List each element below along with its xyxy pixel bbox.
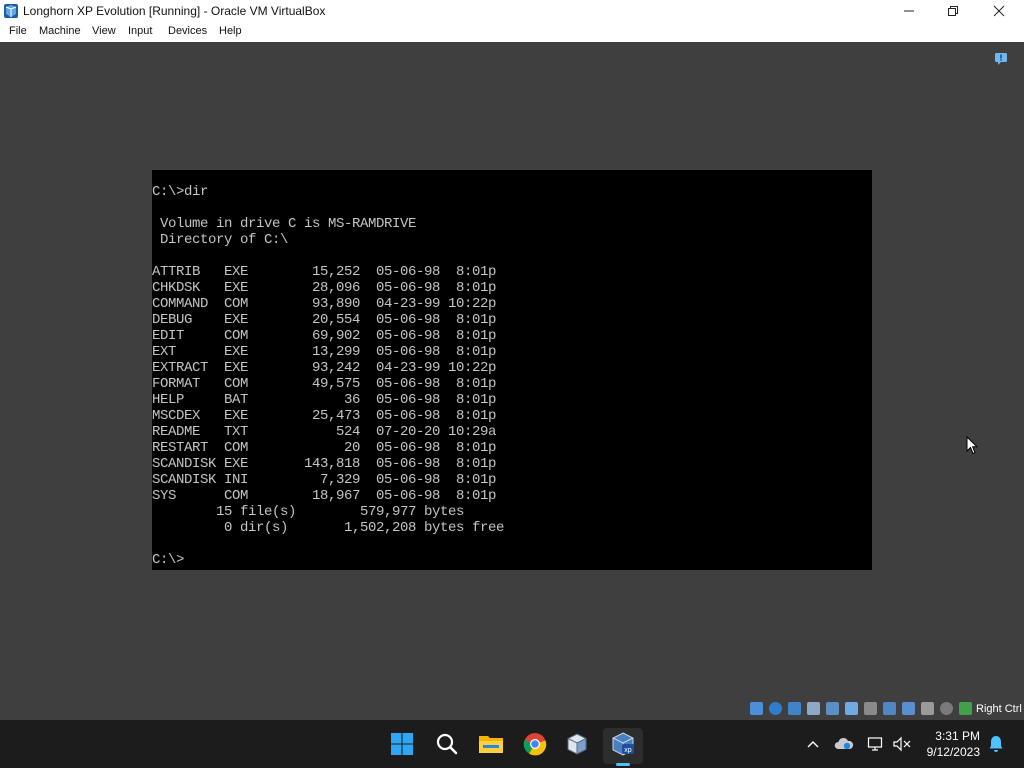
window-title: Longhorn XP Evolution [Running] - Oracle… [23, 4, 326, 18]
start-button[interactable] [386, 728, 418, 760]
minimize-button[interactable] [886, 0, 932, 22]
console-line: DEBUG EXE 20,554 05-06-98 8:01p [152, 312, 497, 328]
virtualbox-manager-icon [567, 733, 587, 755]
menu-help[interactable]: Help [219, 25, 242, 37]
mouse-cursor-icon [966, 436, 978, 455]
host-key-label[interactable]: Right Ctrl [976, 703, 1022, 715]
video-capture-icon[interactable] [902, 702, 915, 715]
notification-icon[interactable] [994, 52, 1008, 66]
console-line: 0 dir(s) 1,502,208 bytes free [152, 520, 505, 536]
console-line: ATTRIB EXE 15,252 05-06-98 8:01p [152, 264, 497, 280]
chevron-up-icon [807, 741, 819, 748]
console-line: HELP BAT 36 05-06-98 8:01p [152, 392, 497, 408]
menu-machine[interactable]: Machine [39, 25, 81, 37]
virtualbox-vm-button[interactable]: xp [607, 728, 639, 760]
console-line: FORMAT COM 49,575 05-06-98 8:01p [152, 376, 497, 392]
network-button[interactable] [866, 734, 886, 754]
network-icon[interactable] [826, 702, 839, 715]
folder-icon [479, 736, 503, 753]
virtualization-icon[interactable] [940, 702, 953, 715]
system-clock[interactable]: 3:31 PM 9/12/2023 [918, 728, 980, 760]
guest-screen[interactable]: C:\>dir Volume in drive C is MS-RAMDRIVE… [152, 170, 872, 570]
console-line: CHKDSK EXE 28,096 05-06-98 8:01p [152, 280, 497, 296]
console-line: 15 file(s) 579,977 bytes [152, 504, 465, 520]
vm-status-bar: Right Ctrl [0, 698, 1024, 720]
console-line: COMMAND COM 93,890 04-23-99 10:22p [152, 296, 497, 312]
search-icon [436, 733, 458, 755]
show-hidden-icons-button[interactable] [803, 734, 823, 754]
svg-text:xp: xp [624, 747, 632, 754]
windows-logo-icon [391, 733, 413, 755]
console-line: EXT EXE 13,299 05-06-98 8:01p [152, 344, 497, 360]
notifications-bell-icon [989, 736, 1003, 752]
search-button[interactable] [431, 728, 463, 760]
menu-file[interactable]: File [9, 25, 27, 37]
audio-icon[interactable] [807, 702, 820, 715]
virtualbox-manager-button[interactable] [561, 728, 593, 760]
display-icon[interactable] [883, 702, 896, 715]
console-line: SCANDISK EXE 143,818 05-06-98 8:01p [152, 456, 497, 472]
onedrive-button[interactable] [834, 734, 854, 754]
clock-time: 3:31 PM [935, 729, 980, 743]
console-line: SCANDISK INI 7,329 05-06-98 8:01p [152, 472, 497, 488]
console-line: C:\>dir [152, 184, 209, 200]
console-line: C:\> [152, 552, 185, 568]
menu-view[interactable]: View [92, 25, 116, 37]
menu-bar: File Machine View Input Devices Help [0, 22, 1024, 42]
active-app-indicator [616, 763, 630, 766]
hard-disk-icon[interactable] [750, 702, 763, 715]
virtualbox-icon [4, 4, 18, 18]
console-line: Volume in drive C is MS-RAMDRIVE [152, 216, 417, 232]
optical-drive-icon[interactable] [769, 702, 782, 715]
menu-input[interactable]: Input [128, 25, 152, 37]
usb-icon[interactable] [845, 702, 858, 715]
dos-console-output: C:\>dir Volume in drive C is MS-RAMDRIVE… [152, 184, 504, 568]
console-line: RESTART COM 20 05-06-98 8:01p [152, 440, 497, 456]
menu-devices[interactable]: Devices [168, 25, 207, 37]
onedrive-icon [834, 737, 854, 750]
minimize-icon [904, 10, 914, 12]
volume-button[interactable] [892, 734, 912, 754]
close-icon [993, 5, 1005, 17]
chrome-icon [523, 733, 547, 756]
network-icon [867, 737, 883, 751]
mouse-integration-icon[interactable] [959, 702, 972, 715]
file-explorer-button[interactable] [475, 728, 507, 760]
console-line: EDIT COM 69,902 05-06-98 8:01p [152, 328, 497, 344]
console-line: Directory of C:\ [152, 232, 289, 248]
console-line: EXTRACT EXE 93,242 04-23-99 10:22p [152, 360, 497, 376]
chrome-button[interactable] [519, 728, 551, 760]
taskbar: xp 3:31 PM 9/12/2023 [0, 720, 1024, 768]
recording-icon[interactable] [921, 702, 934, 715]
clock-date: 9/12/2023 [926, 745, 980, 759]
volume-muted-icon [893, 736, 911, 752]
floppy-icon[interactable] [788, 702, 801, 715]
close-button[interactable] [976, 0, 1022, 22]
shared-folders-icon[interactable] [864, 702, 877, 715]
longhorn-xp-vm-icon: xp [612, 732, 634, 756]
restore-button[interactable] [930, 0, 976, 22]
console-line: MSCDEX EXE 25,473 05-06-98 8:01p [152, 408, 497, 424]
restore-icon [948, 6, 958, 16]
notifications-button[interactable] [986, 734, 1006, 754]
title-bar: Longhorn XP Evolution [Running] - Oracle… [0, 0, 1024, 22]
console-line: SYS COM 18,967 05-06-98 8:01p [152, 488, 497, 504]
console-line: README TXT 524 07-20-20 10:29a [152, 424, 497, 440]
